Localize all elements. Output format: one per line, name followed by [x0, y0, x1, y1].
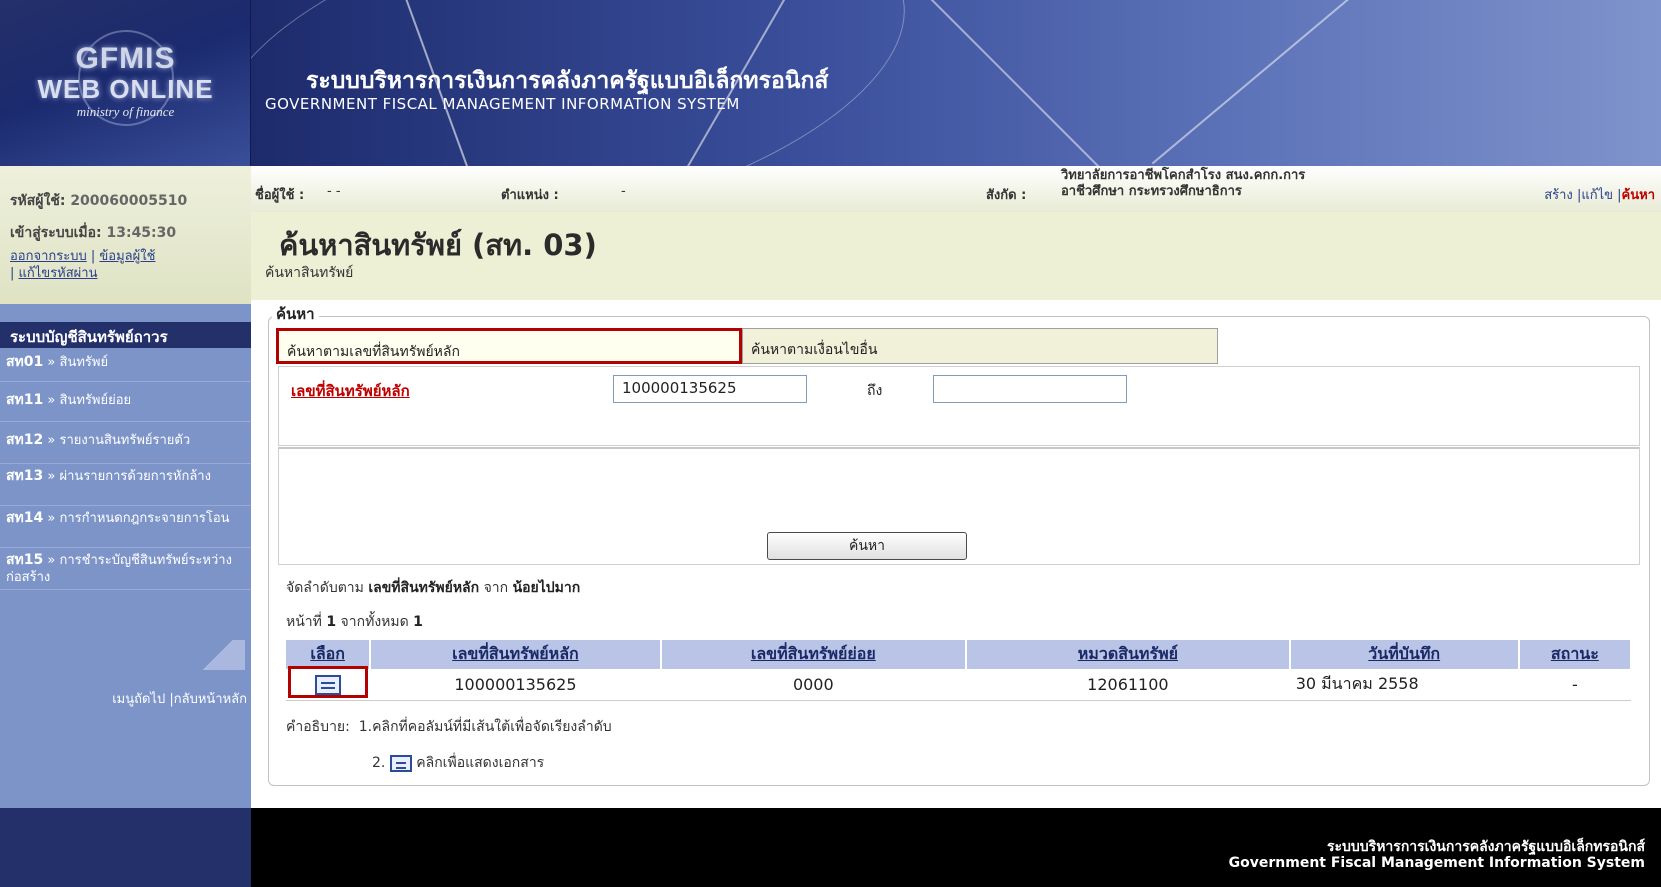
- create-link[interactable]: สร้าง: [1544, 188, 1573, 203]
- banner-title-th: ระบบบริหารการเงินการคลังภาครัฐแบบอิเล็กท…: [306, 68, 829, 94]
- header-banner: ระบบบริหารการเงินการคลังภาครัฐแบบอิเล็กท…: [251, 0, 1661, 166]
- main-asset-number-label: เลขที่สินทรัพย์หลัก: [291, 382, 410, 400]
- sidebar-item-st13[interactable]: สท13 » ผ่านรายการด้วยการหักล้าง: [0, 464, 251, 506]
- user-links: ออกจากระบบ | ข้อมูลผู้ใช้ | แก้ไขรหัสผ่า…: [10, 249, 156, 281]
- username-value: - -: [327, 184, 341, 199]
- logo-line3: ministry of finance: [76, 104, 175, 119]
- to-label: ถึง: [867, 383, 883, 399]
- banner-title-en: GOVERNMENT FISCAL MANAGEMENT INFORMATION…: [265, 95, 740, 113]
- col-status[interactable]: สถานะ: [1518, 640, 1633, 669]
- select-highlight-frame: [288, 666, 368, 698]
- asset-to-input[interactable]: [933, 375, 1127, 403]
- edit-link[interactable]: แก้ไข: [1581, 188, 1613, 203]
- footer-title-en: Government Fiscal Management Information…: [1228, 855, 1645, 871]
- cell-status: -: [1518, 669, 1631, 701]
- sidebar-item-st11[interactable]: สท11 » สินทรัพย์ย่อย: [0, 382, 251, 422]
- sidebar-item-st12[interactable]: สท12 » รายงานสินทรัพย์รายตัว: [0, 422, 251, 464]
- document-icon: [389, 754, 412, 772]
- search-legend: ค้นหา: [272, 302, 319, 326]
- col-record-date[interactable]: วันที่บันทึก: [1289, 640, 1520, 669]
- cell-main-asset: 100000135625: [370, 669, 661, 701]
- search-button[interactable]: ค้นหา: [767, 532, 967, 560]
- footer: ระบบบริหารการเงินการคลังภาครัฐแบบอิเล็กท…: [251, 808, 1661, 887]
- user-info-box: รหัสผู้ใช้: 200060005510 เข้าสู่ระบบเมื่…: [0, 166, 251, 304]
- logo-line1: GFMIS: [75, 42, 176, 75]
- sidebar-footer-links: เมนูถัดไป |กลับหน้าหลัก: [112, 692, 247, 707]
- user-id-label: รหัสผู้ใช้:: [10, 193, 66, 209]
- tab-search-by-other-conditions[interactable]: ค้นหาตามเงื่อนไขอื่น: [742, 328, 1218, 364]
- user-info-link[interactable]: ข้อมูลผู้ใช้: [99, 249, 155, 264]
- department-value: วิทยาลัยการอาชีพโคกสำโรง สนง.คกก.การ อาช…: [1061, 168, 1306, 199]
- sidebar-item-st14[interactable]: สท14 » การกำหนดกฎกระจายการโอน: [0, 506, 251, 548]
- sort-info: จัดลำดับตาม เลขที่สินทรัพย์หลัก จาก น้อย…: [286, 580, 581, 596]
- sort-field: เลขที่สินทรัพย์หลัก: [368, 580, 480, 596]
- back-home-link[interactable]: กลับหน้าหลัก: [174, 692, 247, 707]
- col-main-asset[interactable]: เลขที่สินทรัพย์หลัก: [370, 640, 662, 669]
- page-subtitle: ค้นหาสินทรัพย์: [265, 265, 354, 281]
- sidebar-header: ระบบบัญชีสินทรัพย์ถาวร: [0, 322, 251, 348]
- search-criteria: เลขที่สินทรัพย์หลัก 100000135625 ถึง: [278, 366, 1640, 446]
- page-title-bar: ค้นหาสินทรัพย์ (สท. 03) ค้นหาสินทรัพย์: [251, 212, 1661, 300]
- next-menu-link[interactable]: เมนูถัดไป: [112, 692, 165, 707]
- login-time-value: 13:45:30: [106, 225, 177, 241]
- cell-record-date: 30 มีนาคม 2558: [1289, 669, 1519, 701]
- cell-category: 12061100: [966, 669, 1290, 701]
- note-line-2: 2. คลิกเพื่อแสดงเอกสาร: [372, 754, 545, 772]
- logo-line2: WEB ONLINE: [37, 74, 214, 104]
- asset-from-input[interactable]: 100000135625: [613, 375, 807, 403]
- table-row: 100000135625 0000 12061100 30 มีนาคม 255…: [286, 669, 1631, 701]
- search-link[interactable]: ค้นหา: [1622, 188, 1655, 203]
- col-category[interactable]: หมวดสินทรัพย์: [966, 640, 1291, 669]
- user-id-value: 200060005510: [70, 193, 188, 209]
- logout-link[interactable]: ออกจากระบบ: [10, 249, 87, 264]
- position-label: ตำแหน่ง :: [501, 188, 559, 203]
- username-label: ชื่อผู้ใช้ :: [255, 188, 305, 203]
- col-sub-asset[interactable]: เลขที่สินทรัพย์ย่อย: [660, 640, 968, 669]
- department-label: สังกัด :: [986, 188, 1027, 203]
- user-id-row: รหัสผู้ใช้: 200060005510: [10, 190, 241, 212]
- login-time-label: เข้าสู่ระบบเมื่อ:: [10, 225, 102, 241]
- sidebar-item-st01[interactable]: สท01 » สินทรัพย์: [0, 348, 251, 382]
- results-table: เลือก เลขที่สินทรัพย์หลัก เลขที่สินทรัพย…: [286, 640, 1633, 701]
- sort-order: น้อยไปมาก: [512, 580, 581, 596]
- user-info-bar: ชื่อผู้ใช้ : - - ตำแหน่ง : - สังกัด : วิ…: [251, 166, 1661, 212]
- sidebar-item-st15[interactable]: สท15 » การชำระบัญชีสินทรัพย์ระหว่างก่อสร…: [0, 548, 251, 590]
- col-select: เลือก: [286, 640, 372, 669]
- note-line-1: คำอธิบาย: 1.คลิกที่คอลัมน์ที่มีเส้นใต้เพ…: [286, 719, 612, 735]
- menu-corner-decoration: [190, 640, 245, 670]
- login-time-row: เข้าสู่ระบบเมื่อ: 13:45:30: [10, 222, 241, 244]
- table-header-row: เลือก เลขที่สินทรัพย์หลัก เลขที่สินทรัพย…: [286, 640, 1633, 669]
- change-password-link[interactable]: แก้ไขรหัสผ่าน: [19, 266, 98, 281]
- action-links: สร้าง |แก้ไข |ค้นหา: [1544, 188, 1655, 203]
- cell-sub-asset: 0000: [660, 669, 967, 701]
- page-info: หน้าที่ 1 จากทั้งหมด 1: [286, 614, 423, 630]
- left-footer-block: [0, 808, 251, 887]
- gfmis-logo: GFMIS WEB ONLINE ministry of finance: [0, 0, 251, 166]
- position-value: -: [621, 184, 626, 199]
- tab-search-by-main-asset[interactable]: ค้นหาตามเลขที่สินทรัพย์หลัก: [276, 328, 742, 364]
